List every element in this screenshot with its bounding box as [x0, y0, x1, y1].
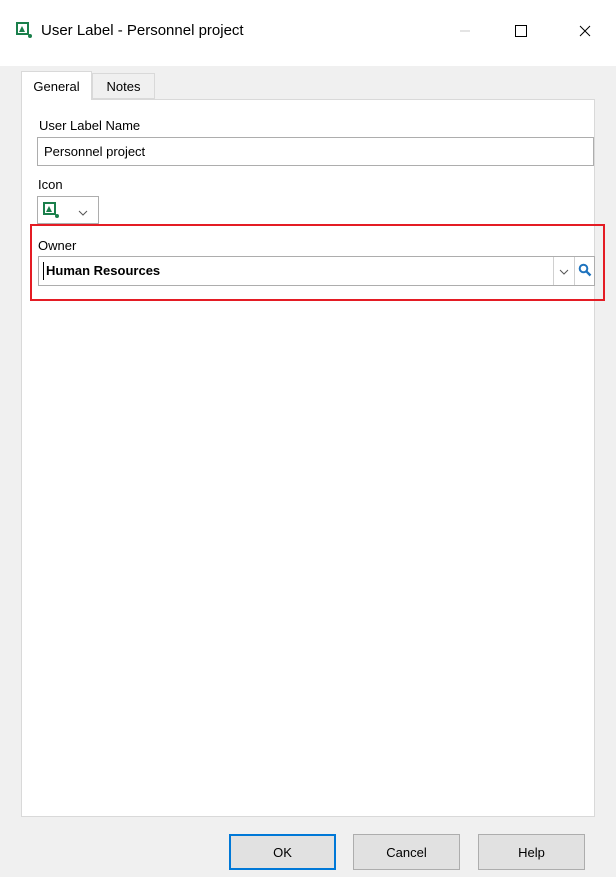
general-panel [21, 99, 595, 817]
owner-value: Human Resources [46, 263, 161, 278]
cancel-button[interactable]: Cancel [353, 834, 460, 870]
close-icon [579, 25, 591, 40]
owner-label: Owner [38, 238, 77, 253]
text-cursor [43, 262, 44, 280]
chevron-down-icon [559, 264, 569, 279]
user-label-icon [42, 201, 60, 219]
minimize-button[interactable] [442, 14, 488, 50]
help-button[interactable]: Help [478, 834, 585, 870]
tab-notes[interactable]: Notes [92, 73, 155, 99]
close-button[interactable] [562, 14, 608, 50]
title-bar[interactable]: User Label - Personnel project [0, 0, 616, 66]
icon-label: Icon [38, 177, 63, 192]
ok-button[interactable]: OK [229, 834, 336, 870]
minimize-icon [459, 25, 471, 40]
owner-search-button[interactable] [574, 257, 595, 285]
search-icon [578, 263, 592, 280]
chevron-down-icon [78, 205, 88, 220]
owner-dropdown-button[interactable] [553, 257, 574, 285]
icon-dropdown[interactable] [37, 196, 99, 224]
dialog-window: User Label - Personnel project General N… [0, 0, 616, 877]
tab-general-label: General [33, 78, 80, 94]
window-title: User Label - Personnel project [41, 22, 244, 39]
user-label-name-input[interactable] [37, 137, 594, 166]
user-label-icon [15, 21, 33, 39]
tab-general[interactable]: General [21, 71, 92, 100]
maximize-icon [515, 24, 527, 40]
maximize-button[interactable] [498, 14, 544, 50]
user-label-name-label: User Label Name [39, 118, 141, 133]
tab-notes-label: Notes [106, 78, 141, 94]
owner-combobox[interactable]: Human Resources [38, 256, 595, 286]
